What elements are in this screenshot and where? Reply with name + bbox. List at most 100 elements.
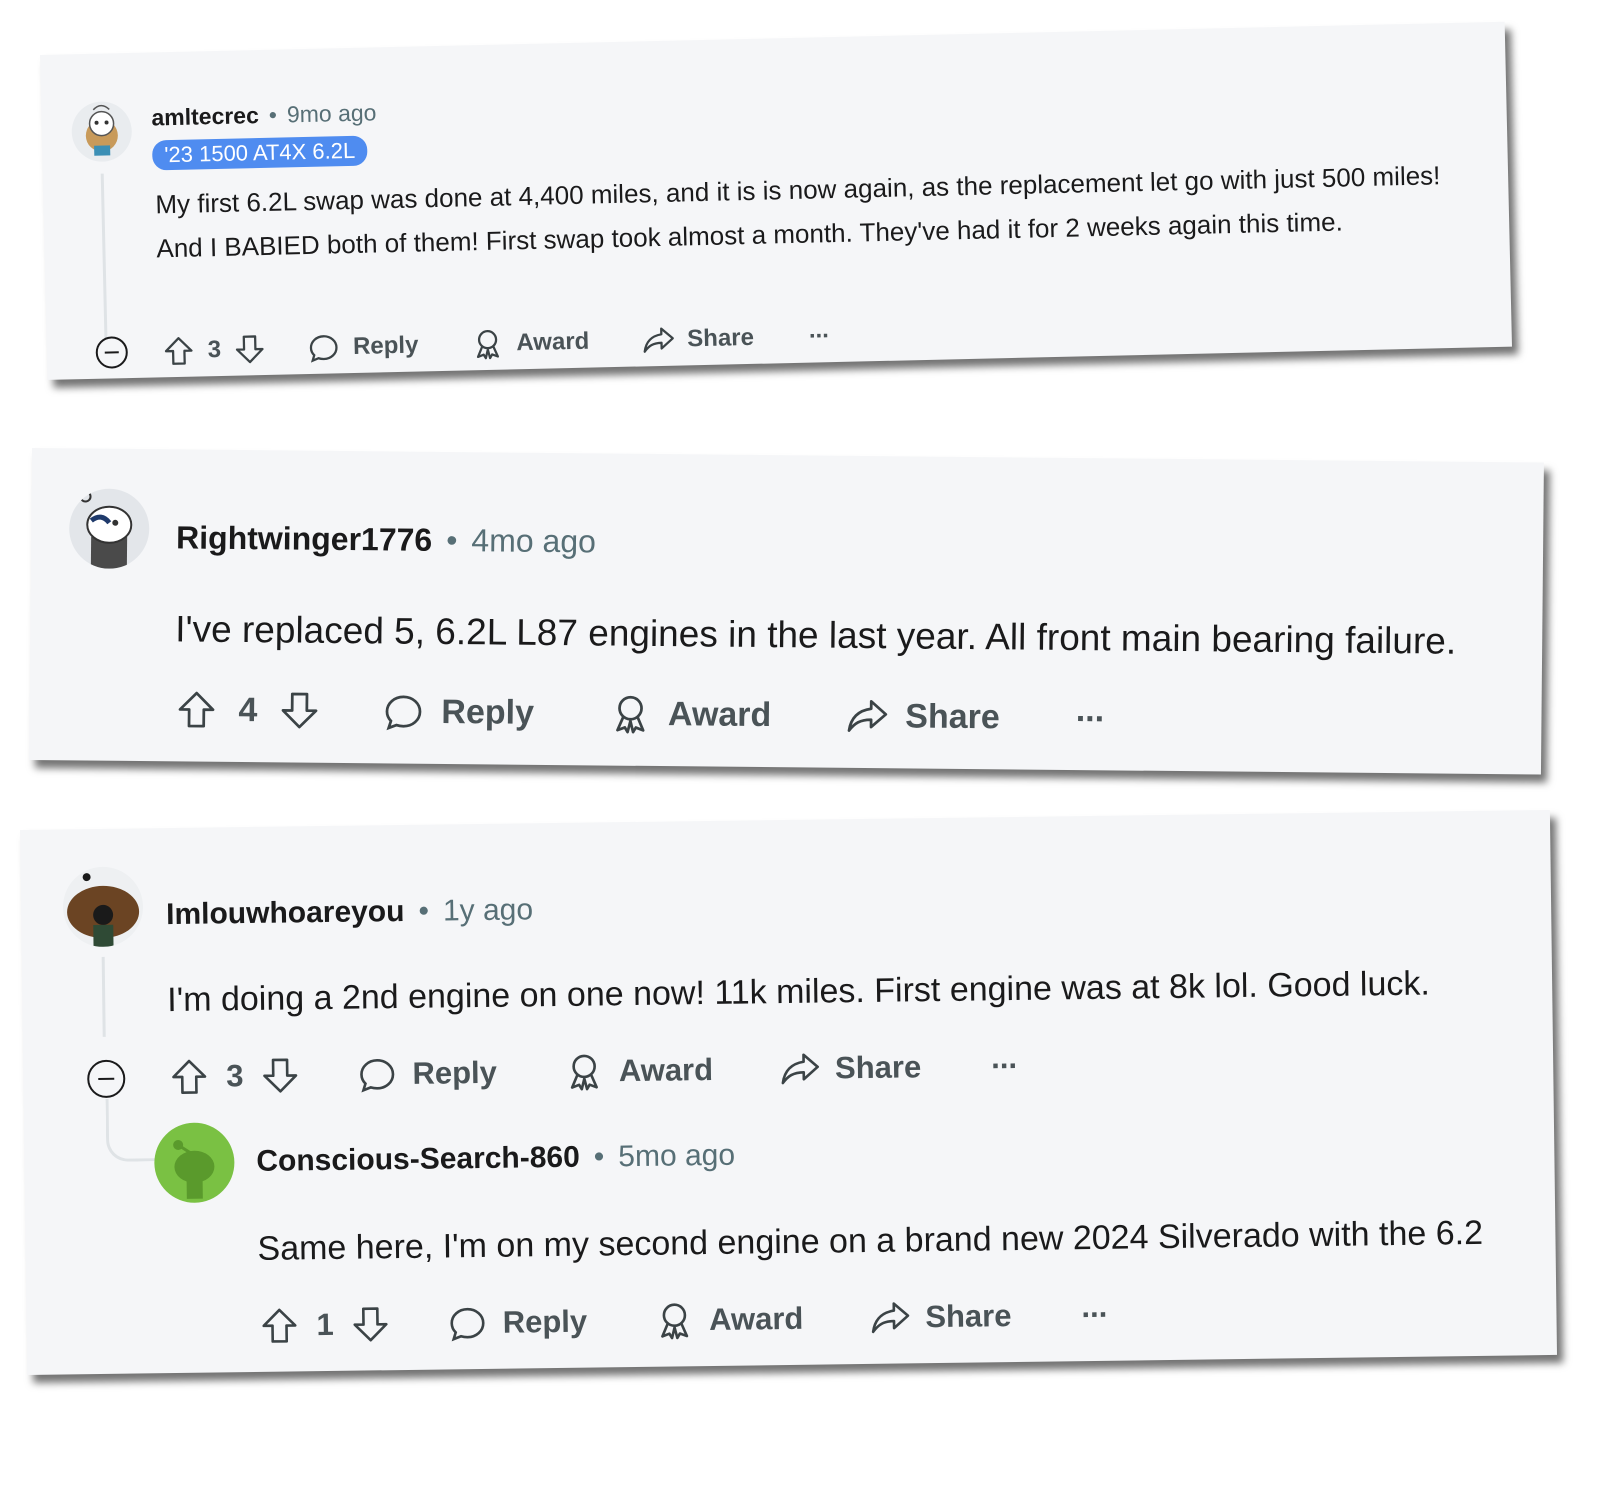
username[interactable]: Conscious-Search-860 xyxy=(256,1141,580,1179)
award-button[interactable]: Award xyxy=(608,692,772,738)
comment-body: I've replaced 5, 6.2L L87 engines in the… xyxy=(175,608,1457,662)
username[interactable]: Rightwinger1776 xyxy=(176,519,432,558)
more-options-button[interactable]: ... xyxy=(1081,1289,1107,1325)
share-icon xyxy=(781,1053,819,1085)
downvote-button[interactable] xyxy=(349,1303,392,1346)
user-avatar[interactable] xyxy=(68,488,150,570)
more-options-button[interactable]: ... xyxy=(1076,691,1105,730)
user-avatar[interactable] xyxy=(71,100,133,163)
thread-line[interactable] xyxy=(101,956,106,1037)
collapse-button[interactable] xyxy=(94,335,129,375)
share-label: Share xyxy=(686,323,755,353)
vote-count: 3 xyxy=(207,335,222,364)
downvote-button[interactable] xyxy=(259,1054,302,1097)
user-flair: '23 1500 AT4X 6.2L xyxy=(151,135,368,171)
reply-label: Reply xyxy=(441,692,535,732)
username[interactable]: Imlouwhoareyou xyxy=(166,895,405,932)
upvote-button[interactable] xyxy=(258,1304,301,1347)
separator-dot: • xyxy=(593,1140,605,1174)
reply-bubble-icon xyxy=(450,1307,485,1342)
award-button[interactable]: Award xyxy=(653,1298,804,1342)
comment-card-1: amltecrec • 9mo ago '23 1500 AT4X 6.2L M… xyxy=(40,21,1512,380)
downvote-icon xyxy=(263,1058,298,1093)
share-button[interactable]: Share xyxy=(869,1295,1012,1339)
award-label: Award xyxy=(667,694,772,734)
snoo-avatar-icon xyxy=(85,104,118,156)
share-icon xyxy=(643,327,674,353)
vote-count: 3 xyxy=(226,1058,244,1094)
comment-body: Same here, I'm on my second engine on a … xyxy=(257,1213,1484,1268)
comment-actions: 4 Reply Award Share ... xyxy=(174,687,1104,740)
downvote-button[interactable] xyxy=(277,688,321,732)
comment-card-3: Imlouwhoareyou • 1y ago I'm doing a 2nd … xyxy=(20,809,1558,1375)
more-options-button[interactable]: ... xyxy=(808,316,829,344)
award-button[interactable]: Award xyxy=(470,325,590,362)
vote-count: 1 xyxy=(316,1306,334,1343)
upvote-button[interactable] xyxy=(174,687,218,731)
upvote-icon xyxy=(164,337,193,365)
reply-bubble-icon xyxy=(385,695,422,731)
share-icon xyxy=(871,1302,910,1334)
collapse-icon xyxy=(95,336,128,369)
separator-dot: • xyxy=(418,894,430,928)
vote-count: 4 xyxy=(238,690,258,729)
reply-connector xyxy=(105,1098,156,1162)
snoo-avatar-icon xyxy=(67,873,140,948)
upvote-icon xyxy=(178,691,215,728)
comment-body: My first 6.2L swap was done at 4,400 mil… xyxy=(155,160,1441,264)
collapse-icon xyxy=(87,1059,126,1098)
reply-label: Reply xyxy=(502,1303,588,1340)
award-label: Award xyxy=(708,1300,804,1338)
reply-button[interactable]: Reply xyxy=(356,1052,497,1096)
award-button[interactable]: Award xyxy=(563,1049,714,1093)
reply-bubble-icon xyxy=(360,1059,395,1093)
user-avatar[interactable] xyxy=(62,866,144,948)
snoo-avatar-icon xyxy=(173,1139,215,1199)
collapse-button[interactable] xyxy=(86,1059,127,1105)
timestamp[interactable]: 5mo ago xyxy=(618,1139,735,1175)
award-icon xyxy=(476,330,499,360)
thread-line[interactable] xyxy=(100,173,108,339)
comment-actions: 3 Reply Award Share ... xyxy=(168,1040,1017,1099)
reply-button[interactable]: Reply xyxy=(307,328,419,365)
share-icon xyxy=(847,700,888,732)
award-label: Award xyxy=(516,327,590,357)
share-label: Share xyxy=(925,1298,1012,1335)
reply-button[interactable]: Reply xyxy=(381,689,534,734)
upvote-button[interactable] xyxy=(168,1056,211,1099)
comment-card-2: Rightwinger1776 • 4mo ago I've replaced … xyxy=(29,448,1544,775)
reply-button[interactable]: Reply xyxy=(446,1301,587,1345)
share-button[interactable]: Share xyxy=(845,694,1000,739)
separator-dot: • xyxy=(268,101,278,128)
comment-meta: Conscious-Search-860 • 5mo ago xyxy=(256,1139,735,1179)
award-icon xyxy=(660,1303,688,1340)
comment-actions: 3 Reply Award Share ... xyxy=(161,316,829,369)
downvote-button[interactable] xyxy=(233,332,268,367)
downvote-icon xyxy=(281,692,318,729)
comment-meta: Rightwinger1776 • 4mo ago xyxy=(176,519,596,560)
username[interactable]: amltecrec xyxy=(151,102,259,131)
downvote-icon xyxy=(236,335,264,364)
share-button[interactable]: Share xyxy=(641,321,754,358)
comment-body: I'm doing a 2nd engine on one now! 11k m… xyxy=(166,964,1431,1020)
comment-actions: 1 Reply Award Share ... xyxy=(258,1289,1107,1347)
comment-meta: amltecrec • 9mo ago xyxy=(151,99,377,131)
reply-label: Reply xyxy=(352,331,419,360)
timestamp[interactable]: 1y ago xyxy=(443,893,534,928)
separator-dot: • xyxy=(446,521,458,559)
more-options-button[interactable]: ... xyxy=(991,1040,1017,1076)
downvote-icon xyxy=(353,1307,388,1342)
timestamp[interactable]: 4mo ago xyxy=(471,522,596,560)
reply-label: Reply xyxy=(412,1054,498,1091)
award-label: Award xyxy=(618,1051,714,1089)
user-avatar[interactable] xyxy=(153,1122,235,1204)
award-icon xyxy=(615,695,645,734)
snoo-avatar-icon xyxy=(79,490,133,569)
upvote-button[interactable] xyxy=(161,334,196,369)
share-button[interactable]: Share xyxy=(779,1046,922,1090)
reply-bubble-icon xyxy=(310,335,338,363)
upvote-icon xyxy=(262,1308,297,1343)
share-label: Share xyxy=(834,1049,922,1086)
share-label: Share xyxy=(905,696,1000,736)
timestamp[interactable]: 9mo ago xyxy=(287,99,377,128)
